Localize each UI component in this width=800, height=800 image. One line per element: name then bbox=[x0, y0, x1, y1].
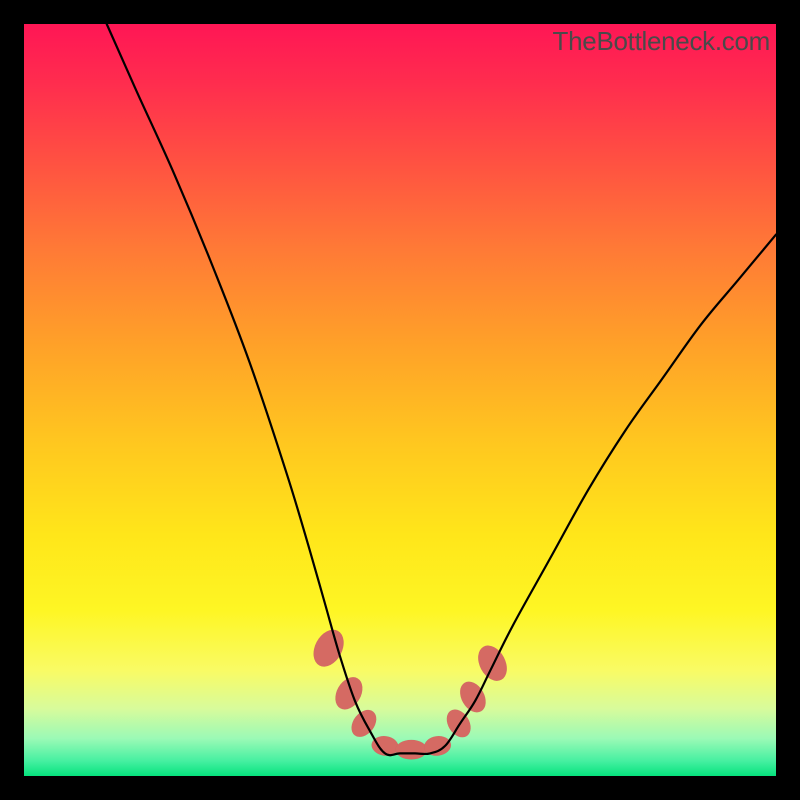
floor-blob-2 bbox=[396, 740, 428, 760]
left-blob-2 bbox=[330, 672, 368, 714]
right-blob-3 bbox=[472, 641, 512, 686]
marker-blobs bbox=[307, 625, 512, 760]
left-blob-3 bbox=[346, 705, 381, 742]
right-blob-1 bbox=[442, 705, 476, 742]
watermark-text: TheBottleneck.com bbox=[553, 26, 770, 57]
plot-frame: TheBottleneck.com bbox=[24, 24, 776, 776]
bottleneck-curve-svg bbox=[24, 24, 776, 776]
bottleneck-curve-path bbox=[107, 24, 776, 755]
